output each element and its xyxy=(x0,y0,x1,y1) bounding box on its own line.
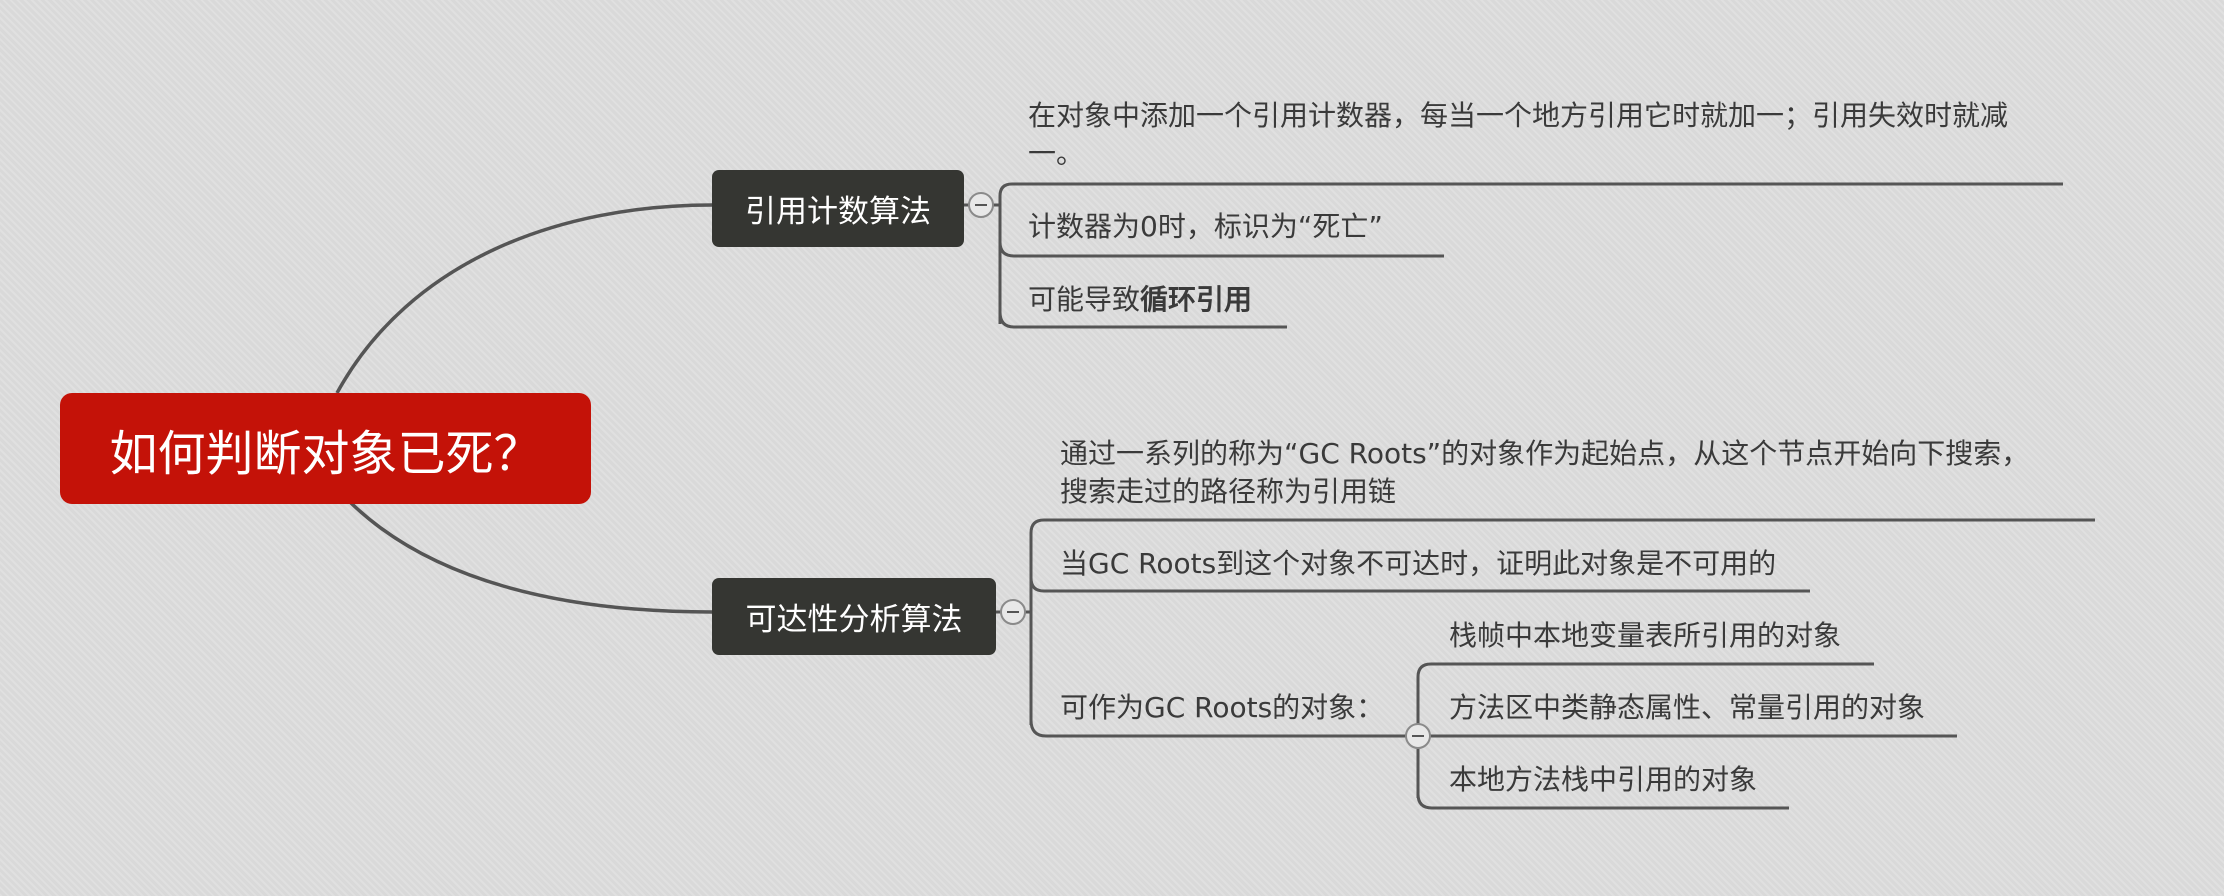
leaf-topic[interactable]: 可作为GC Roots的对象： xyxy=(1060,689,1384,727)
collapse-icon[interactable] xyxy=(968,192,994,218)
leaf-line: 一。 xyxy=(1028,137,1085,170)
leaf-topic[interactable]: 当GC Roots到这个对象不可达时，证明此对象是不可用的 xyxy=(1060,545,1776,583)
leaf-topic[interactable]: 计数器为0时，标识为“死亡” xyxy=(1028,208,1383,246)
collapse-icon[interactable] xyxy=(1405,723,1431,749)
leaf-line: 在对象中添加一个引用计数器，每当一个地方引用它时就加一；引用失效时就减 xyxy=(1028,99,2009,132)
branch-topic-reachability-analysis[interactable]: 可达性分析算法 xyxy=(712,578,996,655)
branch-topic-reference-counting[interactable]: 引用计数算法 xyxy=(712,170,964,247)
leaf-topic[interactable]: 可能导致循环引用 xyxy=(1028,281,1252,319)
leaf-topic[interactable]: 在对象中添加一个引用计数器，每当一个地方引用它时就加一；引用失效时就减 一。 xyxy=(1028,97,2008,173)
collapse-icon[interactable] xyxy=(1000,599,1026,625)
leaf-line: 搜索走过的路径称为引用链 xyxy=(1060,475,1397,508)
leaf-topic[interactable]: 通过一系列的称为“GC Roots”的对象作为起始点，从这个节点开始向下搜索， … xyxy=(1060,435,2029,511)
sub-leaf-topic[interactable]: 栈帧中本地变量表所引用的对象 xyxy=(1449,617,1841,655)
leaf-bold-text: 循环引用 xyxy=(1140,283,1253,316)
sub-leaf-topic[interactable]: 方法区中类静态属性、常量引用的对象 xyxy=(1449,689,1925,727)
root-to-branch-1-curve xyxy=(335,203,713,394)
sub-leaf-topic[interactable]: 本地方法栈中引用的对象 xyxy=(1449,761,1757,799)
root-topic[interactable]: 如何判断对象已死？ xyxy=(60,393,591,504)
leaf-line: 通过一系列的称为“GC Roots”的对象作为起始点，从这个节点开始向下搜索， xyxy=(1060,437,2030,470)
root-to-branch-2-curve xyxy=(348,500,713,614)
leaf-text: 可能导致 xyxy=(1028,283,1141,316)
